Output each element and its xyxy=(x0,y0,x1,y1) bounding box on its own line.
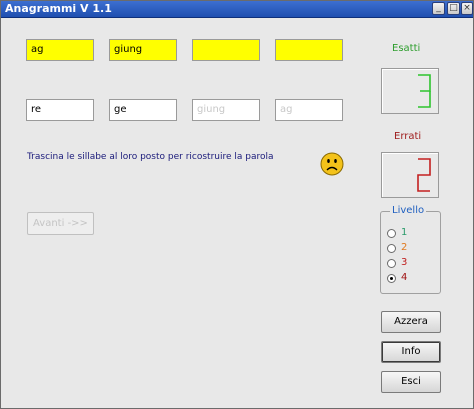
syllable-tile-2[interactable]: ge xyxy=(109,99,177,121)
correct-digit xyxy=(418,74,431,108)
correct-counter: 3 xyxy=(381,68,439,114)
level-radio-4[interactable] xyxy=(387,274,396,283)
target-slot-1[interactable]: ag xyxy=(26,39,94,61)
sad-face-icon xyxy=(320,152,344,176)
level-radio-3[interactable] xyxy=(387,259,396,268)
info-button[interactable]: Info xyxy=(381,341,441,363)
title-bar[interactable]: Anagrammi V 1.1 _ □ × xyxy=(1,1,473,18)
correct-label: Esatti xyxy=(392,43,421,54)
maximize-icon[interactable]: □ xyxy=(447,2,460,15)
syllable-tile-3: giung xyxy=(192,99,260,121)
exit-button[interactable]: Esci xyxy=(381,371,441,393)
wrong-digit xyxy=(417,158,431,192)
syllable-tile-1[interactable]: re xyxy=(26,99,94,121)
level-label-3: 3 xyxy=(401,257,408,268)
next-button[interactable]: Avanti ->> xyxy=(27,212,94,235)
instruction-text: Trascina le sillabe al loro posto per ri… xyxy=(27,152,274,162)
window-title: Anagrammi V 1.1 xyxy=(5,2,112,15)
level-label-4: 4 xyxy=(401,272,408,283)
target-slot-2[interactable]: giung xyxy=(109,39,177,61)
close-icon[interactable]: × xyxy=(461,2,473,15)
wrong-counter: 2 xyxy=(381,152,439,198)
reset-button[interactable]: Azzera xyxy=(381,311,441,333)
wrong-label: Errati xyxy=(394,131,422,142)
level-label-1: 1 xyxy=(401,227,408,238)
level-label-2: 2 xyxy=(401,242,408,253)
target-slot-3[interactable] xyxy=(192,39,260,61)
level-title: Livello xyxy=(390,205,427,216)
target-slot-4[interactable] xyxy=(275,39,343,61)
syllable-tile-4: ag xyxy=(275,99,343,121)
app-window: Anagrammi V 1.1 _ □ × ag giung re ge giu… xyxy=(0,0,474,409)
minimize-icon[interactable]: _ xyxy=(432,2,445,15)
level-radio-2[interactable] xyxy=(387,244,396,253)
level-radio-1[interactable] xyxy=(387,229,396,238)
